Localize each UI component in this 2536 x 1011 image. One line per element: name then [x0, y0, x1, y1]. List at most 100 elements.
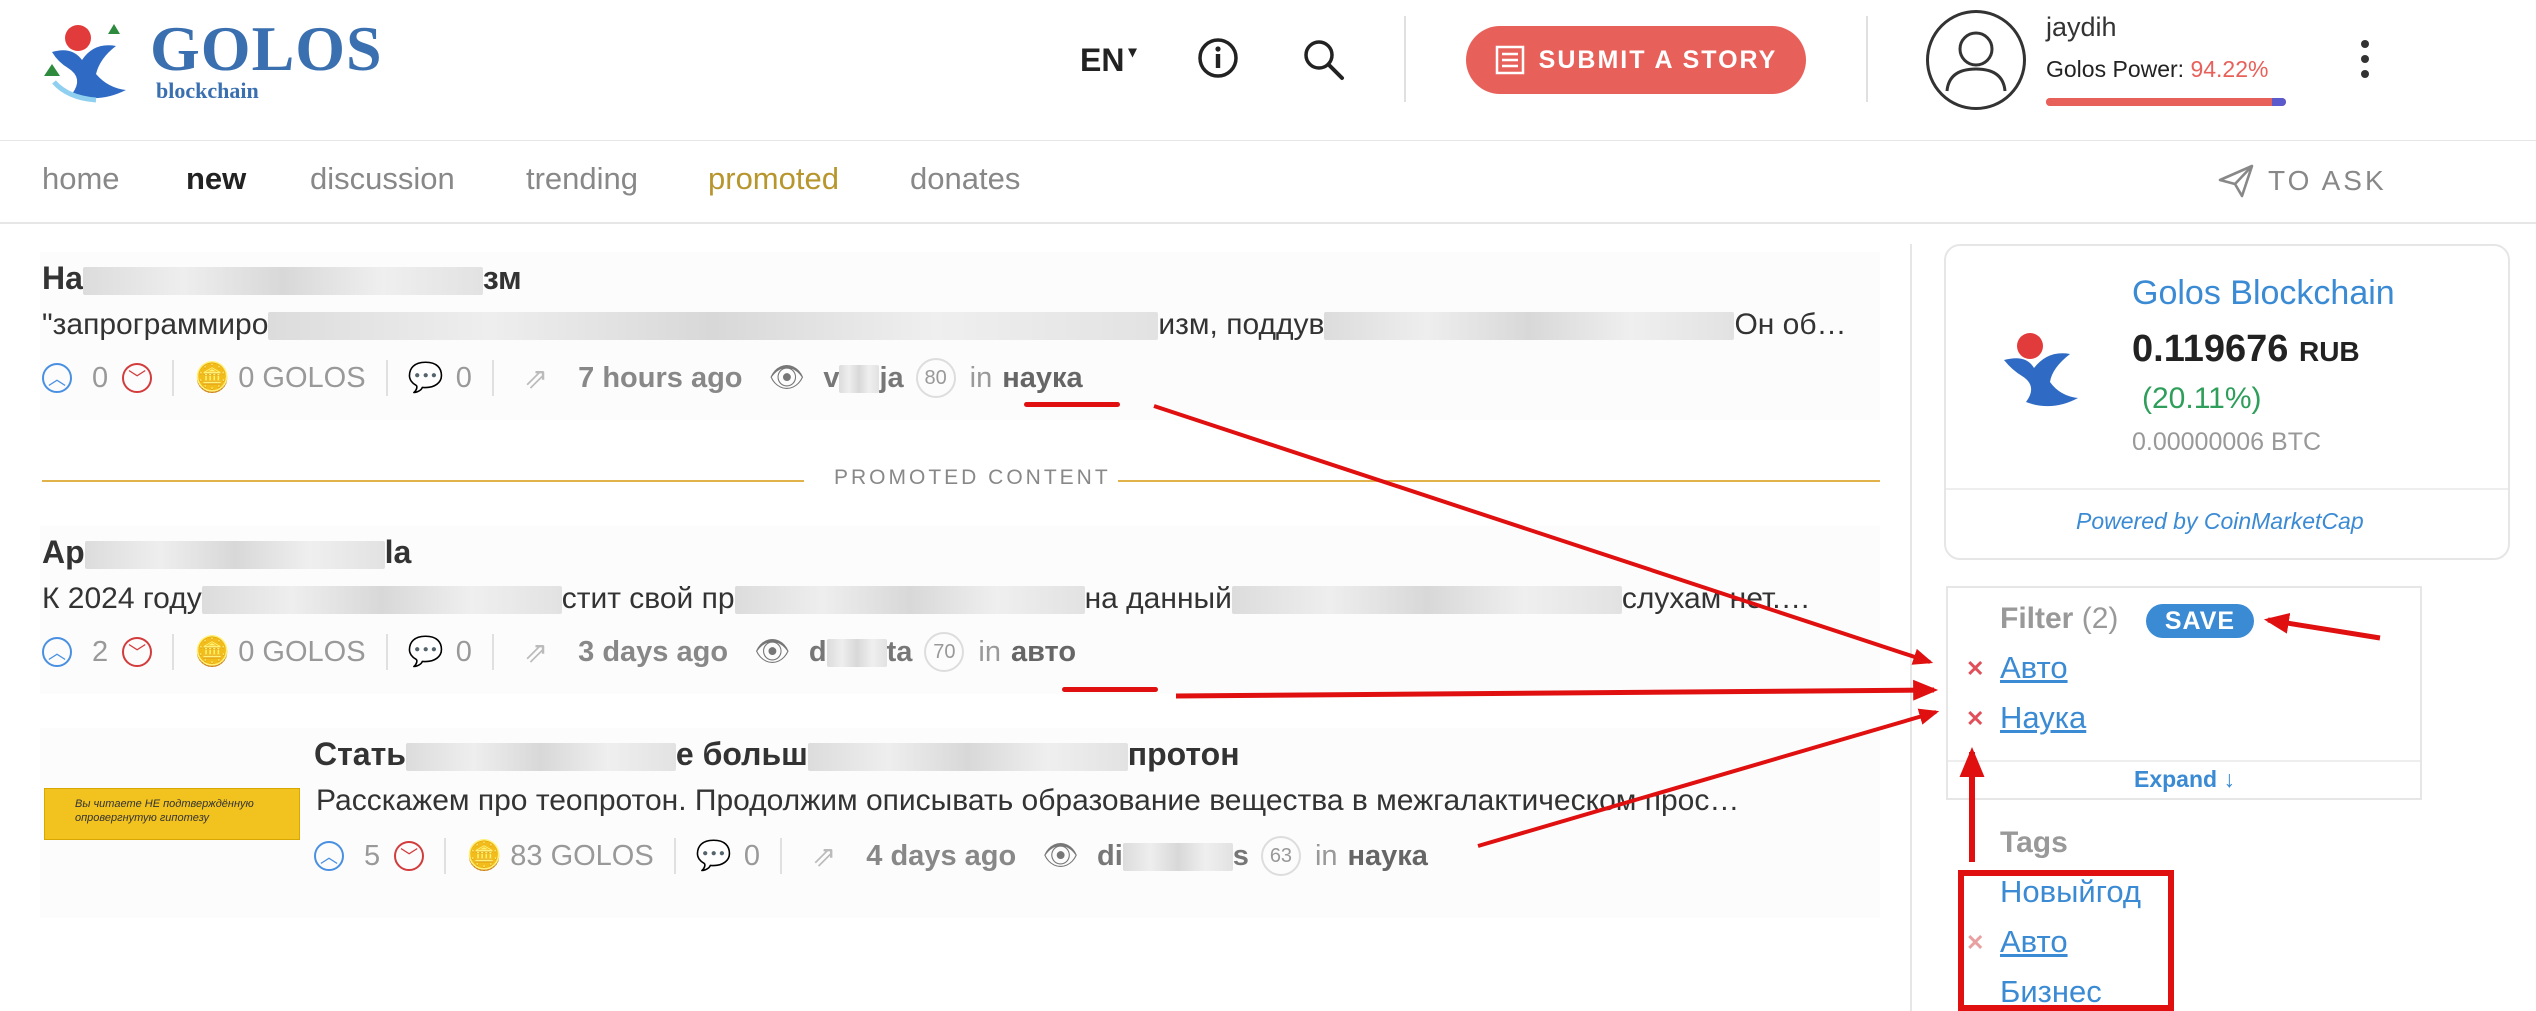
golos-logo-icon[interactable] [38, 12, 134, 108]
thumbnail-caption: Вы читаете НЕ подтверждённую опровергнут… [75, 798, 254, 824]
annotation-underline [1024, 402, 1120, 407]
author-name[interactable]: v ja [823, 362, 903, 395]
in-label: in [969, 361, 993, 394]
downvote-icon[interactable]: ﹀ [394, 841, 425, 871]
nav-trending[interactable]: trending [526, 161, 638, 197]
username[interactable]: jaydih [2046, 12, 2117, 43]
eye-icon: 👁 [768, 362, 806, 394]
golos-coin-icon [2004, 333, 2078, 407]
submit-story-label: SUBMIT A STORY [1538, 45, 1778, 74]
comment-count: 0 [455, 361, 472, 394]
post-excerpt[interactable]: "запрограммиро изм, поддув Он об… [42, 308, 1882, 342]
golos-power-value: 94.22% [2190, 56, 2269, 82]
market-price: 0.119676 RUB [2132, 328, 2360, 370]
save-filter-button[interactable]: SAVE [2146, 604, 2254, 638]
post-card[interactable]: На зм "запрограммиро изм, поддув Он об… ︿ 0… [40, 252, 1880, 420]
downvote-icon[interactable]: ﹀ [122, 637, 153, 667]
golos-power-bar-end [2272, 98, 2286, 106]
post-time[interactable]: 3 days ago [578, 636, 728, 669]
submit-story-button[interactable]: SUBMIT A STORY [1466, 26, 1806, 94]
powered-by-link[interactable]: Powered by CoinMarketCap [2076, 508, 2364, 535]
payout[interactable]: 0 GOLOS [238, 636, 365, 669]
golos-power-fill [2046, 98, 2273, 106]
promoted-divider-right [1118, 480, 1880, 482]
remove-filter-icon[interactable]: ✕ [1966, 656, 1984, 682]
market-btc-price: 0.00000006 BTC [2132, 428, 2322, 456]
to-ask-label: TO ASK [2268, 165, 2387, 196]
paper-plane-icon [2218, 164, 2254, 198]
repost-icon[interactable]: ⇗ [524, 361, 548, 396]
info-icon[interactable] [1196, 36, 1240, 80]
upvote-icon[interactable]: ︿ [42, 637, 72, 667]
market-title[interactable]: Golos Blockchain [2132, 274, 2395, 313]
nav-promoted[interactable]: promoted [708, 161, 839, 197]
downvote-icon[interactable]: ﹀ [122, 363, 153, 393]
post-excerpt[interactable]: К 2024 году стит свой пр на данный слухам н… [42, 582, 1882, 616]
filter-tag-science[interactable]: Наука [2000, 700, 2086, 736]
repost-icon[interactable]: ⇗ [812, 839, 836, 874]
promoted-content-label: PROMOTED CONTENT [834, 466, 1111, 489]
post-title[interactable]: Стать е больш протон [314, 736, 1240, 773]
eye-icon: 👁 [1042, 840, 1080, 872]
golos-power-bar [2046, 98, 2286, 106]
post-time[interactable]: 4 days ago [866, 840, 1016, 873]
comment-icon[interactable]: 💬 [408, 361, 444, 395]
author-name[interactable]: d ta [809, 636, 913, 669]
promoted-divider-left [42, 480, 804, 482]
post-meta: ︿ 2 ﹀ 🪙 0 GOLOS 💬 0 ⇗ 3 days ago 👁 d ta 7… [42, 630, 1076, 674]
repost-icon[interactable]: ⇗ [524, 635, 548, 670]
nav-donates[interactable]: donates [910, 161, 1020, 197]
nav-discussion[interactable]: discussion [310, 161, 455, 197]
tags-label: Tags [2000, 826, 2068, 859]
language-selector[interactable]: EN ▾ [1080, 42, 1136, 79]
user-icon [1945, 31, 2007, 92]
coins-icon: 🪙 [194, 362, 231, 394]
author-reputation: 80 [915, 358, 956, 398]
header-divider [1866, 16, 1868, 102]
post-card[interactable]: Ар la К 2024 году стит свой пр на данный слу… [40, 526, 1880, 694]
expand-filter-link[interactable]: Expand ↓ [2134, 766, 2235, 793]
in-label: in [1314, 839, 1338, 872]
logo-subtitle: blockchain [156, 78, 259, 103]
eye-icon: 👁 [754, 636, 791, 668]
payout[interactable]: 0 GOLOS [238, 362, 365, 395]
post-title[interactable]: Ар la [42, 534, 411, 571]
remove-filter-icon[interactable]: ✕ [1966, 706, 1984, 732]
vote-count: 0 [92, 361, 109, 394]
main-nav: home new discussion trending promoted do… [0, 141, 2536, 224]
author-name[interactable]: di s [1097, 840, 1249, 873]
column-divider [1910, 244, 1912, 1011]
post-category[interactable]: наука [1348, 840, 1428, 873]
logo-text[interactable]: GOLOS [150, 12, 383, 86]
market-change: (20.11%) [2142, 382, 2262, 415]
post-category[interactable]: авто [1011, 636, 1076, 669]
upvote-icon[interactable]: ︿ [42, 363, 72, 393]
post-title[interactable]: На зм [42, 260, 522, 297]
nav-new[interactable]: new [186, 161, 246, 197]
comment-icon[interactable]: 💬 [696, 839, 732, 873]
filter-divider [1948, 760, 2420, 762]
upvote-icon[interactable]: ︿ [314, 841, 344, 871]
nav-home[interactable]: home [42, 161, 120, 197]
vote-count: 2 [92, 635, 109, 668]
annotation-underline [1062, 687, 1158, 692]
coins-icon: 🪙 [466, 840, 503, 872]
market-divider [1946, 488, 2508, 490]
more-menu-icon[interactable] [2350, 36, 2380, 86]
post-time[interactable]: 7 hours ago [578, 362, 742, 395]
payout[interactable]: 83 GOLOS [510, 840, 653, 873]
caret-down-icon: ▾ [1128, 44, 1137, 61]
post-category[interactable]: наука [1002, 362, 1082, 395]
comment-icon[interactable]: 💬 [408, 635, 444, 669]
post-excerpt[interactable]: Расскажем про теопротон. Продолжим описы… [316, 784, 1880, 818]
avatar[interactable] [1926, 10, 2026, 110]
comment-count: 0 [743, 839, 760, 872]
language-label: EN [1080, 42, 1125, 78]
post-thumbnail[interactable]: Вы читаете НЕ подтверждённую опровергнут… [44, 788, 300, 840]
post-card[interactable]: Стать е больш протон Расскажем про теопрот… [40, 728, 1880, 918]
golos-power: Golos Power: 94.22% [2046, 56, 2268, 83]
search-icon[interactable] [1300, 36, 1346, 82]
filter-tag-auto[interactable]: Авто [2000, 650, 2068, 686]
to-ask-button[interactable]: TO ASK [2218, 164, 2387, 198]
post-meta: ︿ 5 ﹀ 🪙 83 GOLOS 💬 0 ⇗ 4 days ago 👁 di s … [314, 834, 1428, 878]
